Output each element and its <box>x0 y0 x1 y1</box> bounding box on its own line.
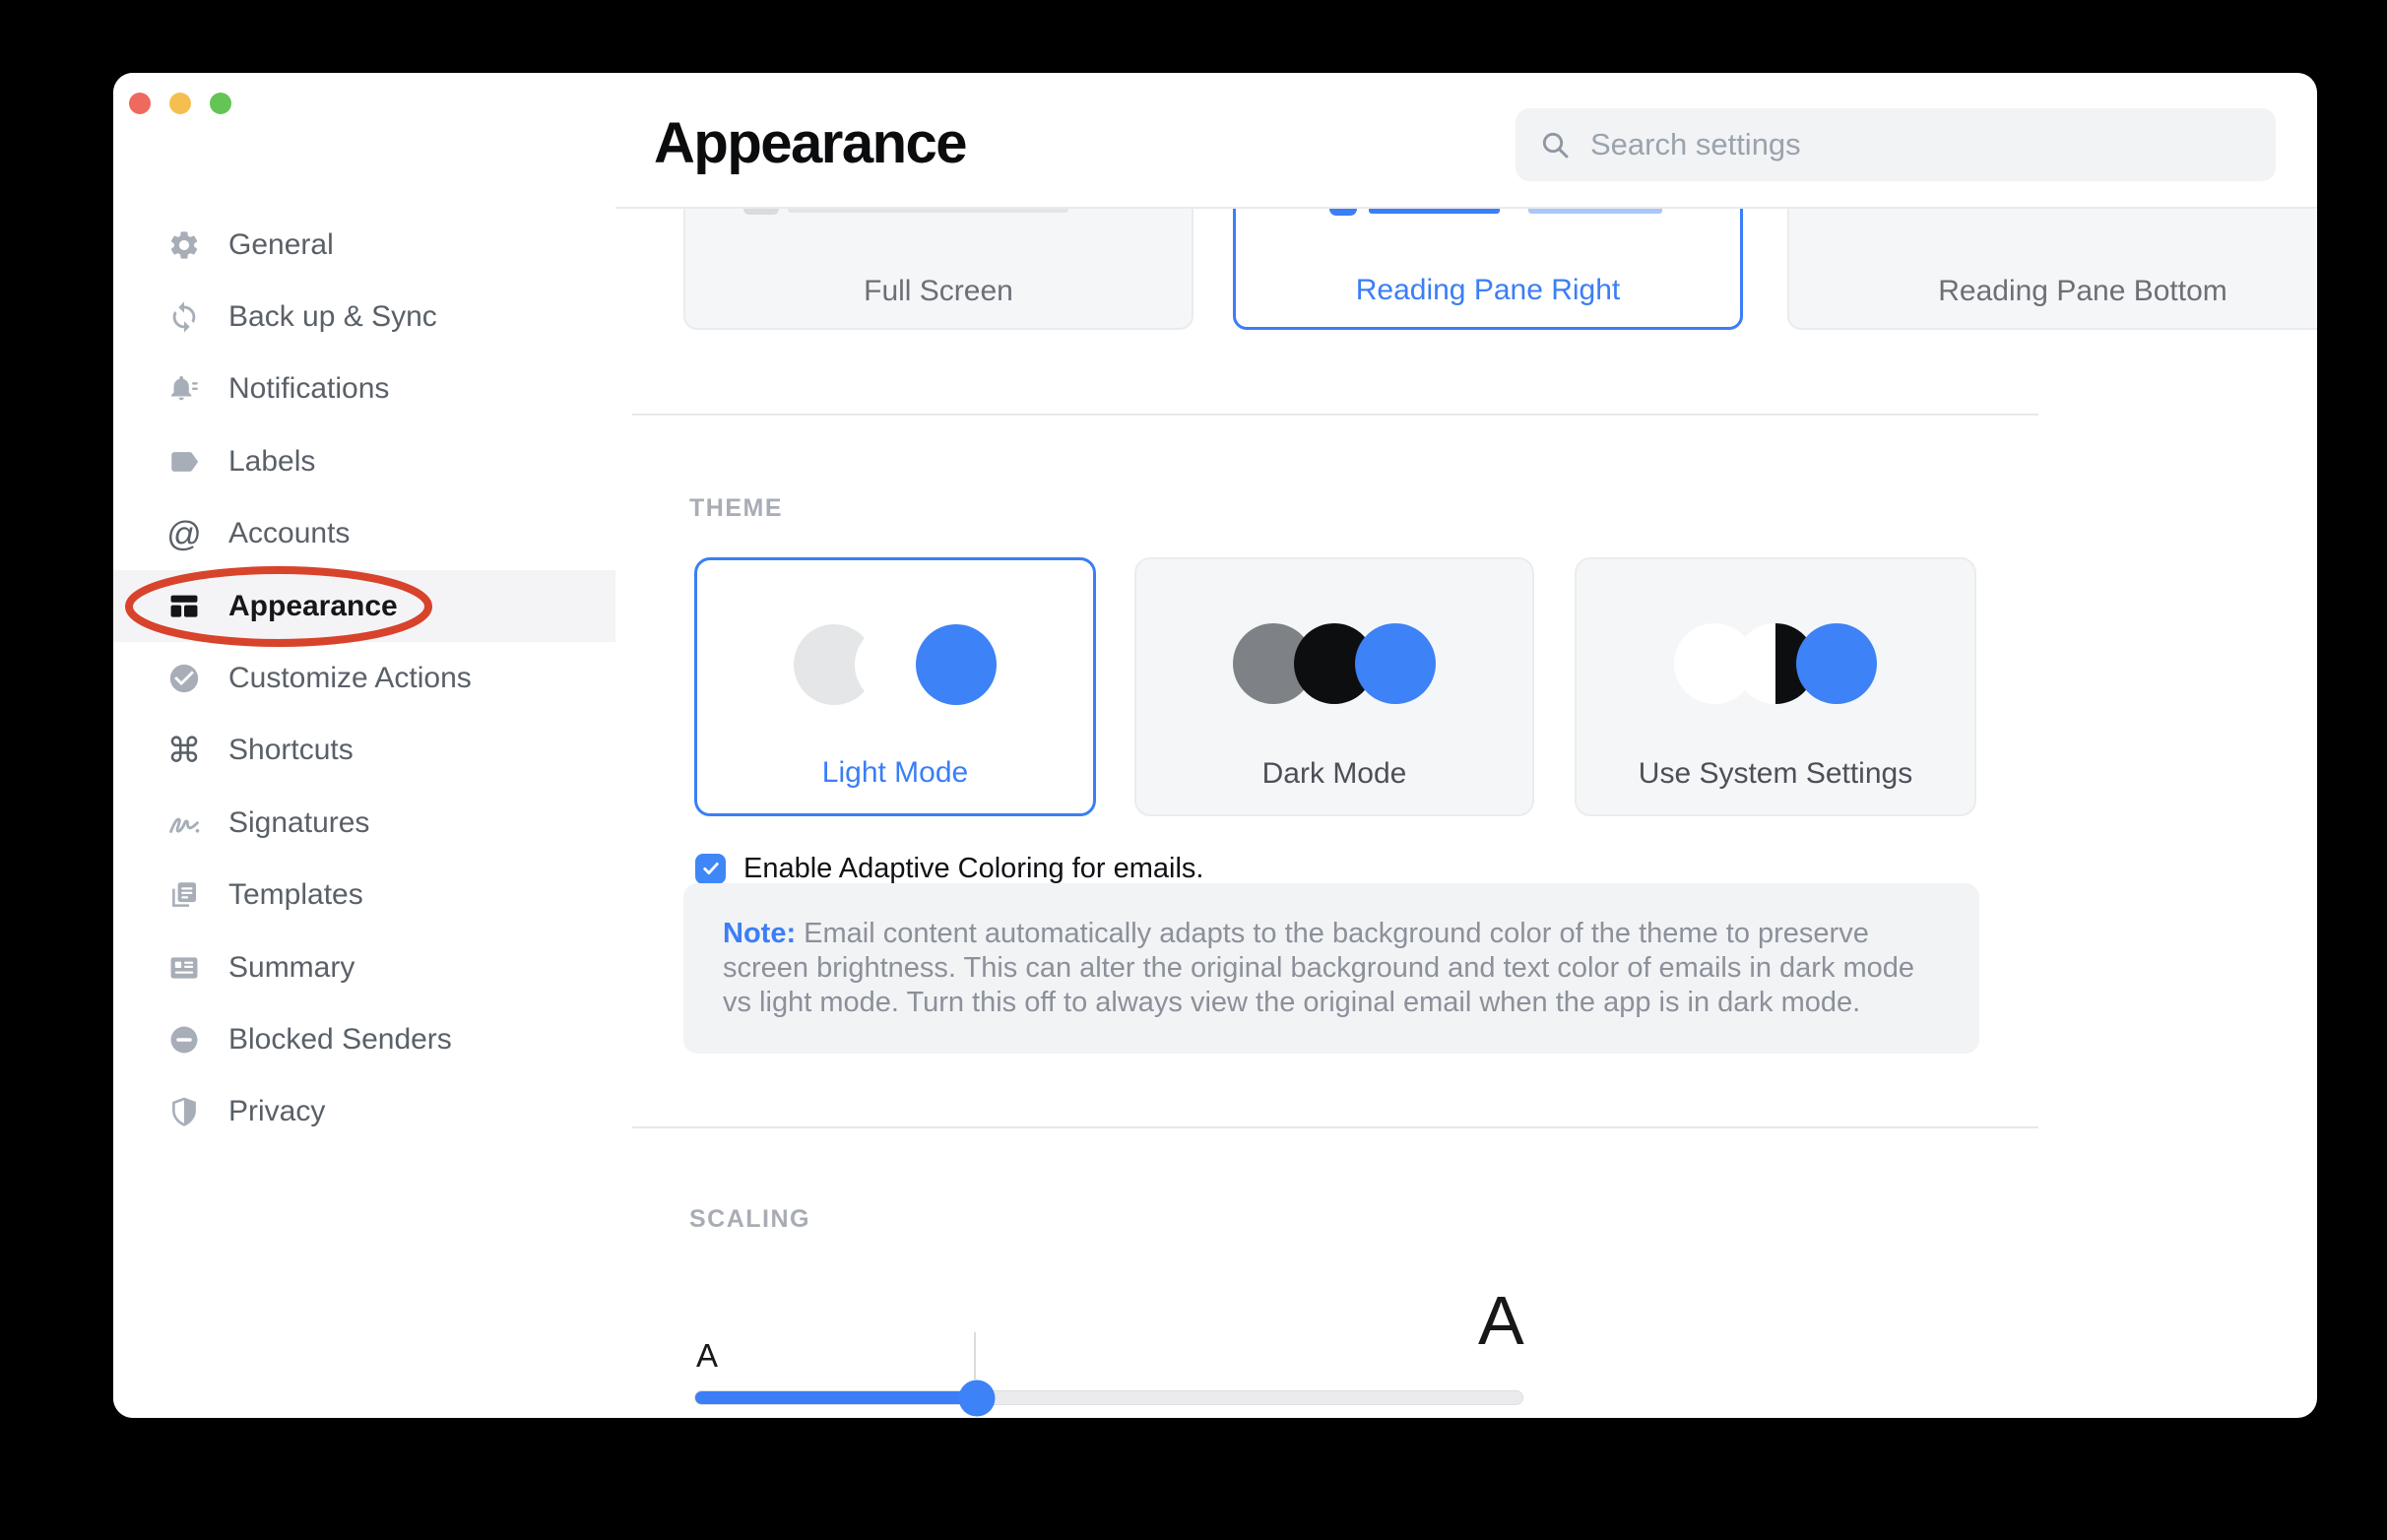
search-field[interactable] <box>1516 108 2276 181</box>
sidebar-item-customize-actions[interactable]: Customize Actions <box>113 642 615 714</box>
scaling-slider-fill <box>695 1391 977 1404</box>
clipped-illustration <box>1369 209 1500 214</box>
sidebar-item-label: Customize Actions <box>228 662 472 695</box>
sidebar-item-accounts[interactable]: @ Accounts <box>113 498 615 570</box>
sidebar-item-summary[interactable]: Summary <box>113 931 615 1003</box>
theme-swatches <box>1674 623 1877 704</box>
sidebar-item-label: Templates <box>228 878 363 912</box>
sidebar-item-label: Notifications <box>228 372 389 406</box>
sidebar-item-shortcuts[interactable]: ⌘ Shortcuts <box>113 715 615 787</box>
at-icon: @ <box>165 515 203 552</box>
layout-card-label: Reading Pane Bottom <box>1789 275 2317 308</box>
theme-card-light-mode[interactable]: Light Mode <box>694 557 1096 816</box>
page-title: Appearance <box>654 110 966 176</box>
scaling-slider-track[interactable] <box>694 1390 1523 1405</box>
summary-icon <box>165 949 203 987</box>
sidebar-item-back-up-sync[interactable]: Back up & Sync <box>113 281 615 353</box>
sidebar-item-label: Shortcuts <box>228 734 354 767</box>
sidebar-item-general[interactable]: General <box>113 209 615 281</box>
sidebar-item-label: Signatures <box>228 806 369 840</box>
theme-swatch <box>1355 623 1436 704</box>
sidebar-item-label: Accounts <box>228 517 350 550</box>
sidebar-item-label: Blocked Senders <box>228 1023 452 1057</box>
scaling-default-tick <box>974 1332 976 1380</box>
theme-card-label: Dark Mode <box>1136 757 1532 791</box>
layout-card-reading-pane-bottom[interactable]: Reading Pane Bottom <box>1787 209 2317 330</box>
note-text: Email content automatically adapts to th… <box>723 918 1914 1018</box>
checkmark-icon <box>701 859 721 878</box>
sidebar-item-notifications[interactable]: Notifications <box>113 353 615 425</box>
layout-card-full-screen[interactable]: Full Screen <box>683 209 1194 330</box>
layout-card-label: Full Screen <box>685 275 1192 308</box>
close-button[interactable] <box>129 93 151 114</box>
theme-card-dark-mode[interactable]: Dark Mode <box>1134 557 1534 816</box>
sidebar-item-label: Labels <box>228 445 315 479</box>
scaling-section-label: SCALING <box>689 1205 810 1234</box>
signature-icon <box>165 804 203 842</box>
search-input[interactable] <box>1588 126 2252 163</box>
sidebar-item-label: Summary <box>228 951 355 985</box>
shield-icon <box>165 1093 203 1130</box>
sidebar-item-labels[interactable]: Labels <box>113 425 615 497</box>
sidebar-item-label: General <box>228 228 334 262</box>
theme-card-label: Light Mode <box>697 756 1093 790</box>
bell-icon <box>165 370 203 408</box>
layout-card-label: Reading Pane Right <box>1236 274 1740 307</box>
zoom-button[interactable] <box>210 93 231 114</box>
scaling-min-label: A <box>696 1337 718 1375</box>
layout-card-reading-pane-right[interactable]: Reading Pane Right <box>1233 209 1743 330</box>
sidebar-item-label: Appearance <box>228 590 398 623</box>
sync-icon <box>165 298 203 336</box>
sidebar-item-label: Back up & Sync <box>228 300 437 334</box>
blocked-icon <box>165 1021 203 1059</box>
sidebar-item-label: Privacy <box>228 1095 325 1128</box>
adaptive-coloring-label: Enable Adaptive Coloring for emails. <box>743 853 1203 885</box>
sidebar-item-signatures[interactable]: Signatures <box>113 787 615 859</box>
sidebar-item-blocked-senders[interactable]: Blocked Senders <box>113 1003 615 1075</box>
section-divider <box>632 414 2038 416</box>
scaling-max-label: A <box>1478 1286 1524 1355</box>
appearance-icon <box>165 588 203 625</box>
sidebar-item-privacy[interactable]: Privacy <box>113 1076 615 1148</box>
settings-window: General Back up & Sync Notifications Labels… <box>113 73 2317 1418</box>
sidebar-item-appearance[interactable]: Appearance <box>113 570 615 642</box>
check-circle-icon <box>165 660 203 697</box>
layout-cards-row: Full Screen Reading Pane Right Reading Pan… <box>615 209 2317 331</box>
window-controls <box>129 93 231 114</box>
clipped-illustration <box>1528 209 1662 214</box>
clipped-illustration <box>743 209 779 215</box>
clipped-illustration <box>1329 209 1357 216</box>
theme-card-use-system-settings[interactable]: Use System Settings <box>1575 557 1976 816</box>
adaptive-coloring-row: Enable Adaptive Coloring for emails. <box>695 850 1203 887</box>
sidebar-nav: General Back up & Sync Notifications Labels… <box>113 209 615 1148</box>
theme-swatches <box>1233 623 1436 704</box>
note-box: Note: Email content automatically adapts… <box>683 883 1979 1054</box>
theme-swatch <box>1796 623 1877 704</box>
command-icon: ⌘ <box>165 732 203 769</box>
theme-swatch <box>916 624 997 705</box>
sidebar: General Back up & Sync Notifications Labels… <box>113 73 615 1418</box>
gear-icon <box>165 226 203 264</box>
templates-icon <box>165 876 203 914</box>
minimize-button[interactable] <box>169 93 191 114</box>
adaptive-coloring-checkbox[interactable] <box>695 854 726 884</box>
tag-icon <box>165 443 203 481</box>
theme-swatches <box>794 624 997 705</box>
clipped-illustration <box>788 209 1068 213</box>
section-divider <box>632 1126 2038 1128</box>
scaling-slider-thumb[interactable] <box>958 1380 995 1416</box>
search-icon <box>1539 129 1571 160</box>
sidebar-item-templates[interactable]: Templates <box>113 860 615 931</box>
theme-card-label: Use System Settings <box>1577 757 1974 791</box>
note-prefix: Note: <box>723 918 796 949</box>
theme-section-label: THEME <box>689 494 783 523</box>
